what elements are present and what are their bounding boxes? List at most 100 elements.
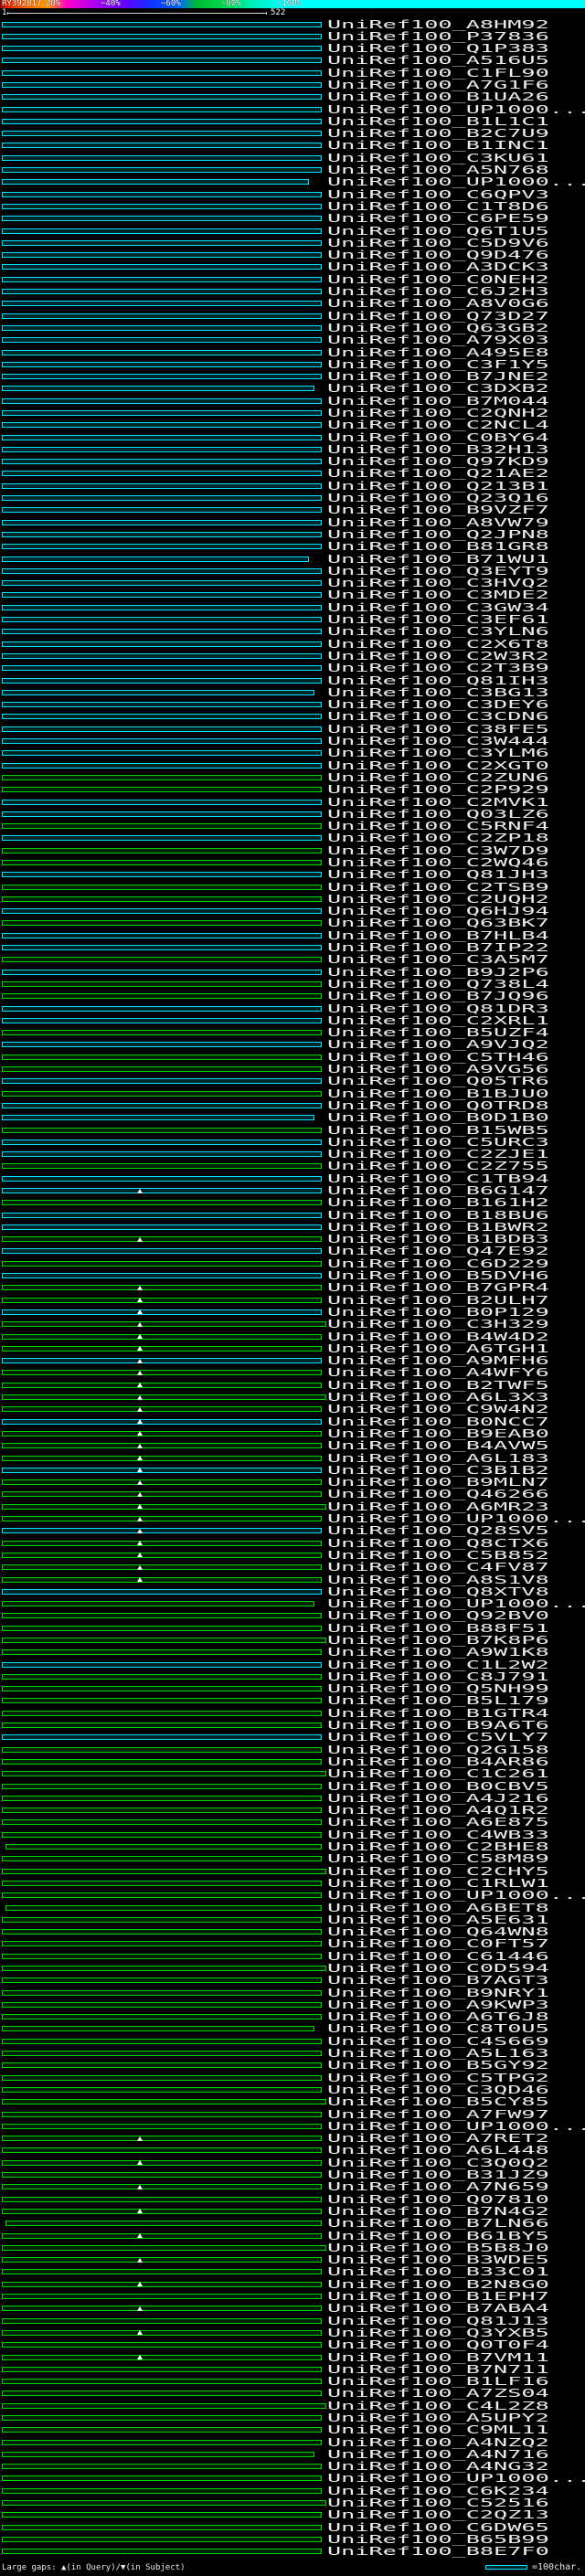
- hit-label[interactable]: UniRef100_C3CDN6: [327, 711, 549, 723]
- hit-bar[interactable]: [2, 2074, 322, 2081]
- hit-label[interactable]: UniRef100_A7G1F6: [327, 79, 549, 91]
- hit-bar[interactable]: [2, 1989, 322, 1996]
- hit-bar[interactable]: [2, 2257, 322, 2263]
- hit-label[interactable]: UniRef100_B5CY85: [327, 2096, 549, 2108]
- hit-bar[interactable]: [2, 21, 322, 27]
- hit-label[interactable]: UniRef100_A8V0G6: [327, 298, 549, 310]
- hit-bar[interactable]: [2, 884, 322, 890]
- hit-bar[interactable]: [2, 2524, 322, 2530]
- hit-bar[interactable]: [2, 1042, 322, 1048]
- hit-bar[interactable]: [2, 69, 322, 76]
- hit-label[interactable]: UniRef100_A4Q1R2: [327, 1805, 549, 1817]
- hit-label[interactable]: UniRef100_C1C261: [327, 1768, 549, 1780]
- hit-bar[interactable]: [2, 2014, 322, 2020]
- hit-bar[interactable]: [2, 2329, 322, 2336]
- hit-bar[interactable]: [2, 519, 322, 525]
- hit-label[interactable]: UniRef100_B9J2P6: [327, 966, 549, 979]
- hit-bar[interactable]: [2, 2123, 322, 2129]
- hit-label[interactable]: UniRef100_Q3YXB5: [327, 2327, 549, 2339]
- hit-label[interactable]: UniRef100_B3WDE5: [327, 2254, 549, 2266]
- hit-label[interactable]: UniRef100_C2P929: [327, 784, 549, 796]
- hit-bar[interactable]: [2, 324, 322, 331]
- hit-label[interactable]: UniRef100_Q46266: [327, 1489, 549, 1500]
- hit-bar[interactable]: [2, 689, 314, 695]
- hit-bar[interactable]: [2, 1528, 322, 1534]
- hit-label[interactable]: UniRef100_B8E7F0: [327, 2546, 549, 2558]
- hit-label[interactable]: UniRef100_A4WFY6: [327, 1367, 549, 1379]
- hit-label[interactable]: UniRef100_Q05TR6: [327, 1076, 549, 1087]
- hit-label[interactable]: UniRef100_A7N659: [327, 2181, 549, 2193]
- hit-label[interactable]: UniRef100_C1RLW1: [327, 1877, 549, 1890]
- hit-bar[interactable]: [2, 191, 322, 197]
- hit-bar[interactable]: [2, 361, 322, 367]
- hit-bar[interactable]: [2, 1017, 322, 1023]
- hit-label[interactable]: UniRef100_A7FW97: [327, 2108, 549, 2121]
- hit-label[interactable]: UniRef100_B7IP22: [327, 942, 549, 954]
- hit-bar[interactable]: [2, 872, 322, 878]
- hit-label[interactable]: UniRef100_C38FE5: [327, 723, 549, 736]
- hit-label[interactable]: UniRef100_Q81DR3: [327, 1002, 549, 1015]
- hit-label[interactable]: UniRef100_B5B8J0: [327, 2242, 549, 2254]
- hit-label[interactable]: UniRef100_B9NRY1: [327, 1987, 549, 1999]
- hit-label[interactable]: UniRef100_B1LF16: [327, 2376, 549, 2388]
- hit-bar[interactable]: [2, 1200, 322, 1206]
- hit-bar[interactable]: [2, 556, 309, 562]
- hit-label[interactable]: UniRef100_B7JQ96: [327, 991, 549, 1002]
- hit-label[interactable]: UniRef100_C5VLY7: [327, 1732, 549, 1744]
- hit-label[interactable]: UniRef100_Q92BV0: [327, 1610, 549, 1622]
- hit-bar[interactable]: [2, 2038, 322, 2044]
- hit-bar[interactable]: [2, 1163, 322, 1170]
- hit-label[interactable]: UniRef100_A7ZS04: [327, 2388, 549, 2400]
- hit-label[interactable]: UniRef100_Q213B1: [327, 480, 549, 493]
- hit-label[interactable]: UniRef100_B161H2: [327, 1197, 549, 1209]
- hit-bar[interactable]: [2, 1503, 326, 1510]
- hit-bar[interactable]: [2, 847, 322, 853]
- hit-bar[interactable]: [2, 774, 322, 780]
- hit-label[interactable]: UniRef100_B31JZ9: [327, 2169, 549, 2181]
- hit-bar[interactable]: [2, 2147, 322, 2154]
- hit-label[interactable]: UniRef100_B7ABA4: [327, 2303, 549, 2315]
- hit-bar[interactable]: [2, 1516, 322, 1522]
- hit-bar[interactable]: [2, 1188, 322, 1193]
- hit-label[interactable]: UniRef100_P37836: [327, 30, 549, 43]
- hit-label[interactable]: UniRef100_Q81J13: [327, 2315, 549, 2327]
- hit-label[interactable]: UniRef100_C4L2Z8: [327, 2400, 549, 2412]
- hit-bar[interactable]: [2, 823, 322, 830]
- hit-label[interactable]: UniRef100_B5L179: [327, 1695, 549, 1707]
- hit-label[interactable]: UniRef100_UP1000...: [327, 2120, 585, 2133]
- hit-label[interactable]: UniRef100_C3F1Y5: [327, 358, 549, 371]
- hit-label[interactable]: UniRef100_B88F51: [327, 1622, 549, 1635]
- hit-label[interactable]: UniRef100_A516U5: [327, 55, 549, 67]
- hit-label[interactable]: UniRef100_C1FL90: [327, 67, 549, 80]
- hit-bar[interactable]: [2, 1771, 326, 1777]
- hit-bar[interactable]: [2, 1467, 322, 1473]
- hit-label[interactable]: UniRef100_B9A6T6: [327, 1720, 549, 1732]
- hit-bar[interactable]: [2, 1273, 322, 1279]
- hit-bar[interactable]: [2, 544, 322, 550]
- hit-bar[interactable]: [2, 1297, 322, 1303]
- hit-bar[interactable]: [2, 2159, 322, 2166]
- hit-label[interactable]: UniRef100_C0D594: [327, 1963, 549, 1975]
- hit-label[interactable]: UniRef100_UP1000...: [327, 103, 585, 116]
- hit-label[interactable]: UniRef100_C5TH46: [327, 1051, 549, 1064]
- hit-bar[interactable]: [2, 482, 322, 489]
- hit-label[interactable]: UniRef100_C3H329: [327, 1319, 549, 1330]
- hit-bar[interactable]: [2, 2379, 322, 2385]
- hit-label[interactable]: UniRef100_C3EF61: [327, 614, 549, 626]
- hit-bar[interactable]: [2, 920, 322, 927]
- hit-bar[interactable]: [2, 2439, 322, 2445]
- hit-label[interactable]: UniRef100_A6BET8: [327, 1902, 549, 1914]
- hit-label[interactable]: UniRef100_B7AGT3: [327, 1975, 549, 1987]
- hit-bar[interactable]: [2, 1686, 322, 1692]
- hit-label[interactable]: UniRef100_B5UZF4: [327, 1027, 549, 1039]
- hit-bar[interactable]: [2, 471, 322, 477]
- hit-bar[interactable]: [2, 932, 322, 938]
- hit-label[interactable]: UniRef100_C3A5M7: [327, 954, 549, 966]
- hit-label[interactable]: UniRef100_A5L163: [327, 2048, 549, 2060]
- hit-bar[interactable]: [2, 2366, 322, 2372]
- hit-label[interactable]: UniRef100_B4AR86: [327, 1755, 549, 1768]
- hit-bar[interactable]: [2, 2099, 326, 2105]
- hit-label[interactable]: UniRef100_C3W7D9: [327, 844, 549, 857]
- hit-label[interactable]: UniRef100_C2XGT0: [327, 759, 549, 772]
- hit-bar[interactable]: [2, 1382, 322, 1388]
